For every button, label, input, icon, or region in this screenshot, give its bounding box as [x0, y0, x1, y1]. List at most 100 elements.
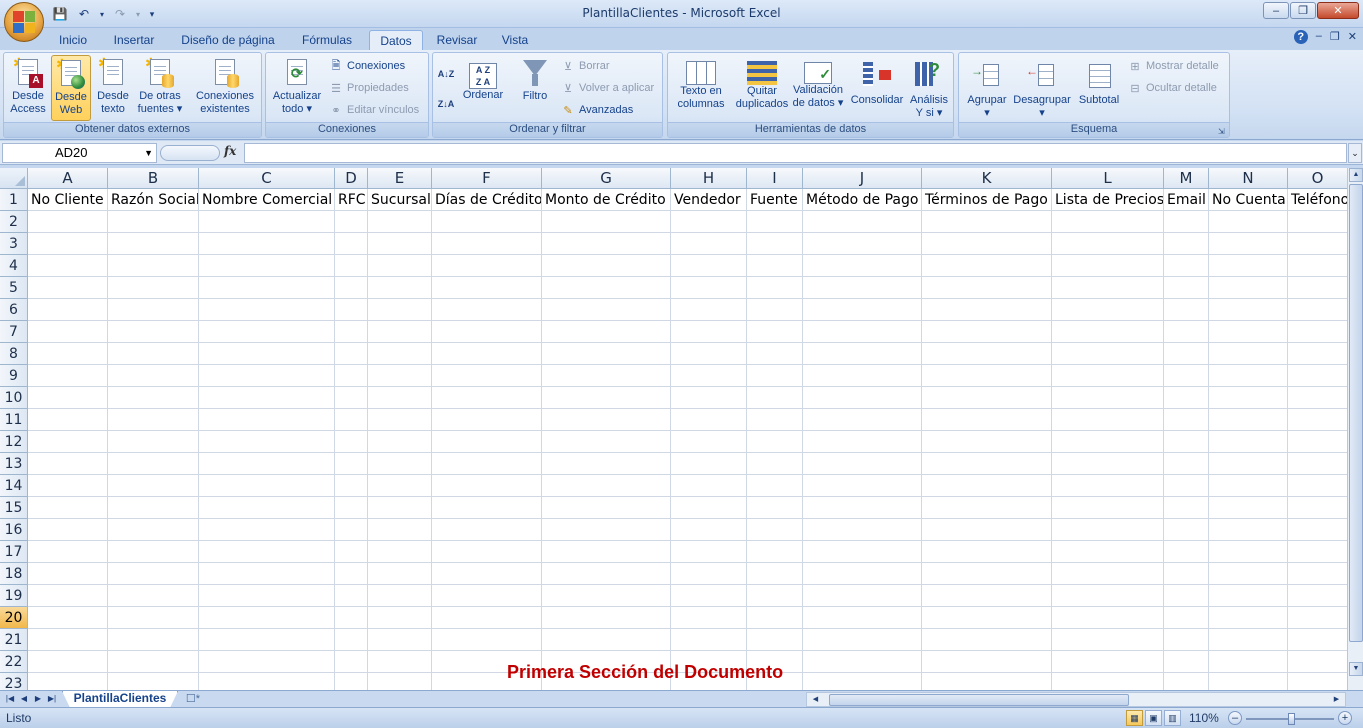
validacion-datos-button[interactable]: ✓ Validación de datos ▾: [790, 55, 846, 121]
cell-o6[interactable]: [1288, 299, 1347, 321]
cell-l22[interactable]: [1052, 651, 1164, 673]
agrupar-button[interactable]: → Agrupar ▾: [962, 55, 1012, 121]
cell-f2[interactable]: [432, 211, 542, 233]
cell-i3[interactable]: [747, 233, 803, 255]
cell-b13[interactable]: [108, 453, 199, 475]
cell-j3[interactable]: [803, 233, 922, 255]
cell-g7[interactable]: [542, 321, 671, 343]
cell-a22[interactable]: [28, 651, 108, 673]
cell-n3[interactable]: [1209, 233, 1288, 255]
cell-e11[interactable]: [368, 409, 432, 431]
cell-i19[interactable]: [747, 585, 803, 607]
cell-m10[interactable]: [1164, 387, 1209, 409]
cell-n13[interactable]: [1209, 453, 1288, 475]
scroll-up-icon[interactable]: ▲: [1349, 168, 1363, 182]
cell-d21[interactable]: [335, 629, 368, 651]
cell-a7[interactable]: [28, 321, 108, 343]
cell-a1[interactable]: No Cliente: [28, 189, 108, 211]
cell-n10[interactable]: [1209, 387, 1288, 409]
cell-h19[interactable]: [671, 585, 747, 607]
cell-g14[interactable]: [542, 475, 671, 497]
cell-b16[interactable]: [108, 519, 199, 541]
cell-f5[interactable]: [432, 277, 542, 299]
cell-k3[interactable]: [922, 233, 1052, 255]
cell-e18[interactable]: [368, 563, 432, 585]
cell-m14[interactable]: [1164, 475, 1209, 497]
cell-o9[interactable]: [1288, 365, 1347, 387]
cell-h7[interactable]: [671, 321, 747, 343]
zoom-out-icon[interactable]: –: [1228, 711, 1242, 725]
cell-g5[interactable]: [542, 277, 671, 299]
cell-a14[interactable]: [28, 475, 108, 497]
column-header-h[interactable]: H: [671, 168, 747, 189]
cell-b17[interactable]: [108, 541, 199, 563]
cell-i5[interactable]: [747, 277, 803, 299]
cell-j5[interactable]: [803, 277, 922, 299]
cell-d9[interactable]: [335, 365, 368, 387]
cell-o19[interactable]: [1288, 585, 1347, 607]
cell-d5[interactable]: [335, 277, 368, 299]
cell-a6[interactable]: [28, 299, 108, 321]
cell-g18[interactable]: [542, 563, 671, 585]
help-icon[interactable]: ?: [1293, 30, 1308, 44]
cell-e8[interactable]: [368, 343, 432, 365]
cell-i12[interactable]: [747, 431, 803, 453]
column-header-m[interactable]: M: [1164, 168, 1209, 189]
cell-m8[interactable]: [1164, 343, 1209, 365]
cell-f16[interactable]: [432, 519, 542, 541]
cell-k16[interactable]: [922, 519, 1052, 541]
cell-d14[interactable]: [335, 475, 368, 497]
cell-d19[interactable]: [335, 585, 368, 607]
cell-c11[interactable]: [199, 409, 335, 431]
cell-d13[interactable]: [335, 453, 368, 475]
cell-e13[interactable]: [368, 453, 432, 475]
cell-k8[interactable]: [922, 343, 1052, 365]
cell-a11[interactable]: [28, 409, 108, 431]
cell-c2[interactable]: [199, 211, 335, 233]
restore-button[interactable]: ❐: [1290, 2, 1316, 19]
column-header-k[interactable]: K: [922, 168, 1052, 189]
cell-m20[interactable]: [1164, 607, 1209, 629]
cell-i2[interactable]: [747, 211, 803, 233]
cell-k22[interactable]: [922, 651, 1052, 673]
cell-k7[interactable]: [922, 321, 1052, 343]
cell-b2[interactable]: [108, 211, 199, 233]
cell-d12[interactable]: [335, 431, 368, 453]
cell-a21[interactable]: [28, 629, 108, 651]
cell-i20[interactable]: [747, 607, 803, 629]
cell-e6[interactable]: [368, 299, 432, 321]
cell-j22[interactable]: [803, 651, 922, 673]
cell-g1[interactable]: Monto de Crédito: [542, 189, 671, 211]
cell-j14[interactable]: [803, 475, 922, 497]
editar-vinculos-button[interactable]: ⚭ Editar vínculos: [328, 101, 419, 119]
cell-d7[interactable]: [335, 321, 368, 343]
minimize-button[interactable]: –: [1263, 2, 1289, 19]
cell-n15[interactable]: [1209, 497, 1288, 519]
row-header-22[interactable]: 22: [0, 651, 28, 673]
cell-c15[interactable]: [199, 497, 335, 519]
conexiones-existentes-button[interactable]: Conexiones existentes: [192, 55, 258, 121]
cell-g11[interactable]: [542, 409, 671, 431]
cell-c12[interactable]: [199, 431, 335, 453]
cell-j16[interactable]: [803, 519, 922, 541]
cell-o14[interactable]: [1288, 475, 1347, 497]
ribbon-restore-icon[interactable]: ❐: [1330, 30, 1340, 44]
cell-a4[interactable]: [28, 255, 108, 277]
otras-fuentes-button[interactable]: ✱ De otras fuentes ▾: [135, 55, 185, 121]
cell-m3[interactable]: [1164, 233, 1209, 255]
cell-h3[interactable]: [671, 233, 747, 255]
cell-n19[interactable]: [1209, 585, 1288, 607]
vertical-scrollbar[interactable]: ▲ ▼: [1347, 168, 1363, 690]
cell-k13[interactable]: [922, 453, 1052, 475]
cell-f14[interactable]: [432, 475, 542, 497]
cell-j17[interactable]: [803, 541, 922, 563]
cell-c8[interactable]: [199, 343, 335, 365]
conexiones-button[interactable]: 🗎 Conexiones: [328, 57, 406, 75]
column-header-c[interactable]: C: [199, 168, 335, 189]
cell-f17[interactable]: [432, 541, 542, 563]
cell-e19[interactable]: [368, 585, 432, 607]
cell-a17[interactable]: [28, 541, 108, 563]
cell-h16[interactable]: [671, 519, 747, 541]
cell-f4[interactable]: [432, 255, 542, 277]
cell-c22[interactable]: [199, 651, 335, 673]
